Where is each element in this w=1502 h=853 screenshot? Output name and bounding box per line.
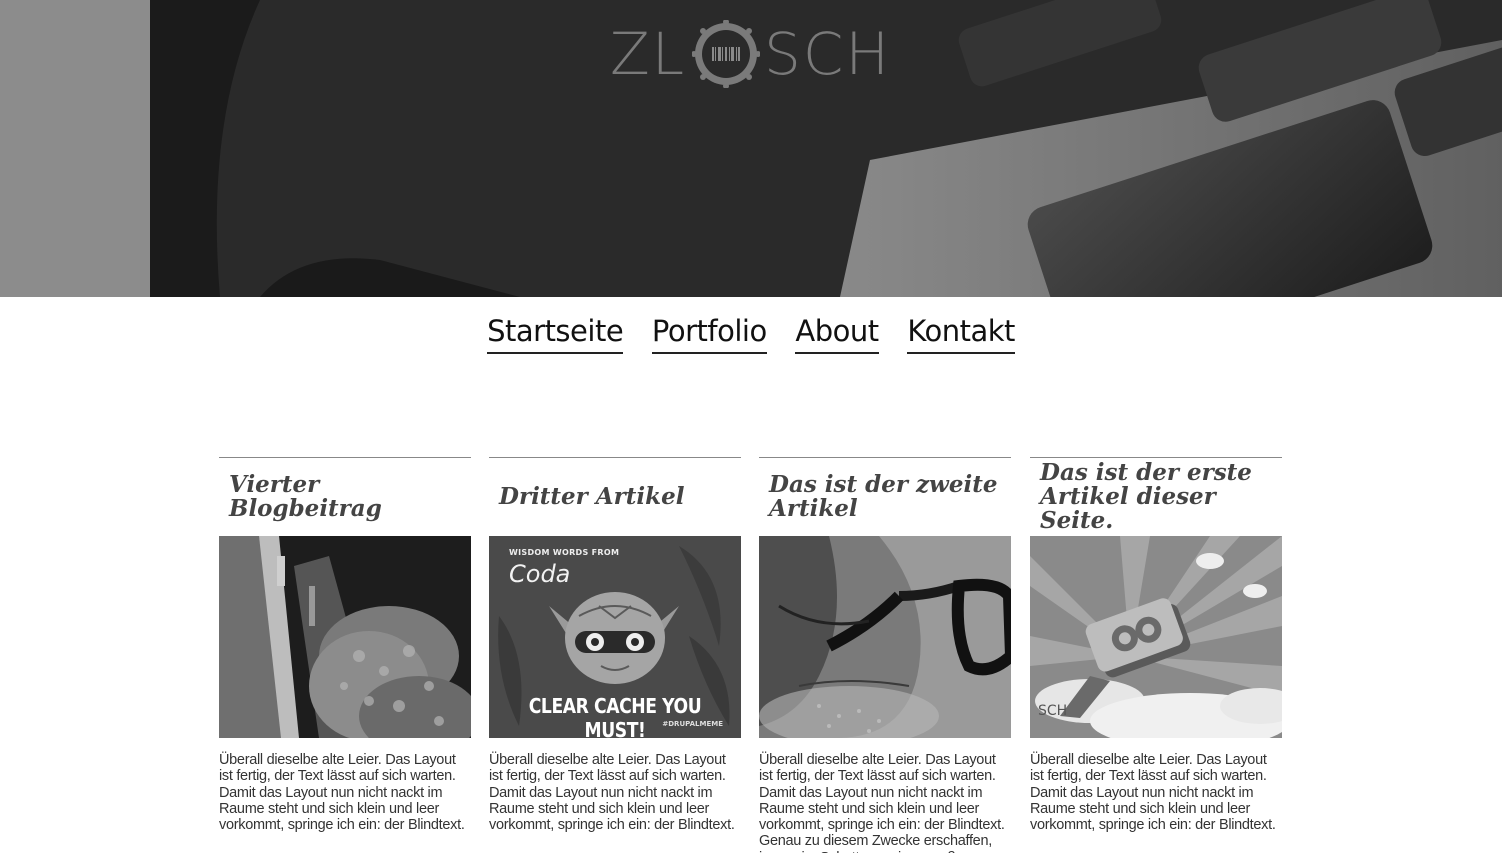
illustration-logo-text: SCH (1038, 703, 1068, 719)
article-excerpt: Überall dieselbe alte Leier. Das Layout … (759, 752, 1005, 853)
nav-item-portfolio[interactable]: Portfolio (651, 312, 767, 354)
meme-caption-main: CLEAR CACHE YOU MUST! (528, 694, 702, 738)
barcode-seal-icon (692, 20, 761, 88)
logo-text-right: SCH (764, 20, 891, 88)
article-image[interactable] (219, 536, 471, 738)
meme-caption-coda: Coda (509, 560, 571, 588)
drupal8-illustration-image (1030, 536, 1282, 738)
article-image[interactable]: SCH (1030, 536, 1282, 738)
article-image[interactable]: WISDOM WORDS FROM Coda CLEAR CACHE YOU M… (489, 536, 741, 738)
article-card: Das ist der erste Artikel dieser Seite. (1030, 457, 1282, 833)
article-card: Vierter Blogbeitrag Überall dieselbe alt (219, 457, 471, 833)
article-title[interactable]: Das ist der erste Artikel dieser Seite. (1030, 458, 1282, 536)
glasses-portrait-image (759, 536, 1011, 738)
article-excerpt: Überall dieselbe alte Leier. Das Layout … (219, 752, 465, 834)
article-list: Vierter Blogbeitrag Überall dieselbe alt (219, 457, 1282, 853)
article-excerpt: Überall dieselbe alte Leier. Das Layout … (489, 752, 735, 834)
article-image[interactable] (759, 536, 1011, 738)
chairs-photo (219, 536, 471, 738)
main-navigation: Startseite Portfolio About Kontakt (0, 312, 1502, 354)
article-title[interactable]: Vierter Blogbeitrag (219, 458, 471, 536)
header-hero: ZL SCH (0, 0, 1502, 297)
article-title[interactable]: Das ist der zweite Artikel (759, 458, 1011, 536)
nav-item-startseite[interactable]: Startseite (487, 312, 624, 354)
nav-item-kontakt[interactable]: Kontakt (907, 312, 1015, 354)
article-excerpt: Überall dieselbe alte Leier. Das Layout … (1030, 752, 1276, 834)
site-logo[interactable]: ZL SCH (610, 20, 895, 88)
article-card: Dritter Artikel WISDOM WORDS FROM Coda C… (489, 457, 741, 833)
meme-caption-small: WISDOM WORDS FROM (509, 548, 620, 557)
meme-hashtag: #DRUPALMEME (662, 720, 723, 728)
article-title[interactable]: Dritter Artikel (489, 458, 741, 536)
nav-item-about[interactable]: About (795, 312, 879, 354)
logo-text-left: ZL (610, 20, 687, 88)
article-card: Das ist der zweite Artikel Überall diese… (759, 457, 1011, 853)
